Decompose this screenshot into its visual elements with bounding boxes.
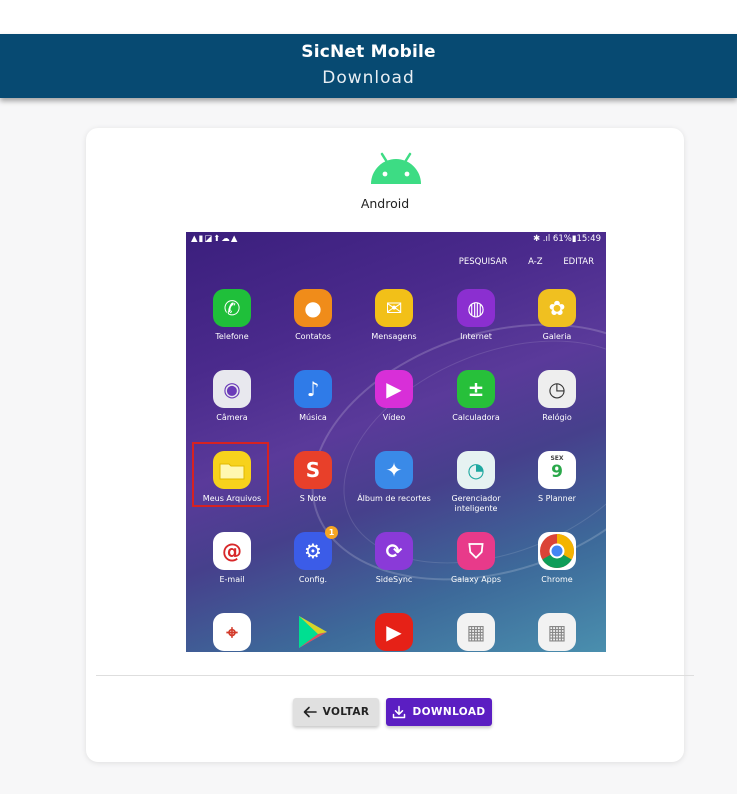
platform-label: Android [360, 196, 410, 211]
download-button[interactable]: DOWNLOAD [386, 698, 492, 726]
smart-manager-icon: ◔ [457, 451, 495, 489]
app-label: Álbum de recortes [357, 494, 431, 503]
app-phone: ✆ Telefone [192, 289, 272, 342]
android-icon [371, 152, 421, 184]
app-music: ♪ Música [273, 370, 353, 423]
music-icon: ♪ [294, 370, 332, 408]
app-clock: ◷ Relógio [517, 370, 597, 423]
divider [96, 675, 694, 676]
galaxy-apps-icon: ⛉ [457, 532, 495, 570]
app-microsoft-folder: ▦ [517, 613, 597, 651]
app-settings: ⚙ 1 Config. [273, 526, 353, 585]
app-play-store [273, 613, 353, 651]
app-smart-manager: ◔ Gerenciador inteligente [436, 451, 516, 514]
download-icon [393, 705, 406, 719]
app-label: Galeria [542, 332, 572, 341]
back-label: VOLTAR [322, 706, 370, 718]
notification-badge: 1 [325, 526, 338, 539]
app-camera: ◉ Câmera [192, 370, 272, 423]
highlight-box [192, 442, 269, 507]
phone-screenshot: ▲▮◪⬆☁▲ ✱ .ıl 61%▮15:49 PESQUISAR A-Z EDI… [186, 232, 606, 652]
app-gallery: ✿ Galeria [517, 289, 597, 342]
app-header: SicNet Mobile Download [0, 34, 737, 98]
app-title: SicNet Mobile [301, 42, 436, 62]
app-chrome: Chrome [517, 532, 597, 585]
status-icons-left: ▲▮◪⬆☁▲ [191, 234, 239, 244]
download-card: Android ▲▮◪⬆☁▲ ✱ .ıl 61%▮15:49 PESQUISAR… [86, 128, 694, 762]
app-label: SideSync [375, 575, 413, 584]
app-calculator: ± Calculadora [436, 370, 516, 423]
back-button[interactable]: VOLTAR [293, 698, 379, 726]
chrome-icon [538, 532, 576, 570]
messages-icon: ✉ [375, 289, 413, 327]
calculator-icon: ± [457, 370, 495, 408]
page-subtitle: Download [322, 68, 415, 88]
app-internet: ◍ Internet [436, 289, 516, 342]
app-scrapbook: ✦ Álbum de recortes [354, 451, 434, 504]
camera-icon: ◉ [213, 370, 251, 408]
arrow-left-icon [303, 706, 317, 718]
play-store-icon [294, 613, 332, 651]
snote-icon: S [294, 451, 332, 489]
settings-icon: ⚙ 1 [294, 526, 338, 570]
google-folder-icon: ▦ [457, 613, 495, 651]
app-maps: ⌖ [192, 613, 272, 651]
app-label: Relógio [542, 413, 572, 422]
app-label: Calculadora [452, 413, 500, 422]
download-label: DOWNLOAD [412, 706, 486, 718]
app-label: Mensagens [371, 332, 417, 341]
microsoft-folder-icon: ▦ [538, 613, 576, 651]
top-strip [0, 0, 737, 34]
contacts-icon: ● [294, 289, 332, 327]
status-icons-right: ✱ .ıl 61%▮15:49 [532, 234, 601, 244]
calendar-date: 9 [551, 462, 563, 482]
menu-search: PESQUISAR [458, 257, 508, 267]
app-sidesync: ⟳ SideSync [354, 532, 434, 585]
calendar-day: SEX [550, 455, 564, 462]
app-label: Vídeo [382, 413, 406, 422]
app-label: Galaxy Apps [450, 575, 502, 584]
maps-icon: ⌖ [213, 613, 251, 651]
youtube-icon: ▶ [375, 613, 413, 651]
scrapbook-icon: ✦ [375, 451, 413, 489]
app-snote: S S Note [273, 451, 353, 504]
app-label: Música [299, 413, 327, 422]
phone-app-menu: PESQUISAR A-Z EDITAR [441, 257, 594, 267]
app-label: Chrome [541, 575, 573, 584]
app-label: Contatos [295, 332, 331, 341]
app-label: Config. [298, 575, 328, 584]
app-label: E-mail [219, 575, 245, 584]
internet-icon: ◍ [457, 289, 495, 327]
menu-edit: EDITAR [563, 257, 594, 267]
app-email: @ E-mail [192, 532, 272, 585]
app-youtube: ▶ [354, 613, 434, 651]
clock-icon: ◷ [538, 370, 576, 408]
sidesync-icon: ⟳ [375, 532, 413, 570]
app-label: S Planner [538, 494, 576, 503]
app-label: S Note [299, 494, 327, 503]
video-icon: ▶ [375, 370, 413, 408]
app-video: ▶ Vídeo [354, 370, 434, 423]
app-label: Internet [460, 332, 492, 341]
app-label: Câmera [216, 413, 248, 422]
app-label: Gerenciador inteligente [451, 494, 501, 513]
menu-az: A-Z [528, 257, 543, 267]
phone-status-bar: ▲▮◪⬆☁▲ ✱ .ıl 61%▮15:49 [186, 232, 606, 248]
gallery-icon: ✿ [538, 289, 576, 327]
app-google-folder: ▦ [436, 613, 516, 651]
app-messages: ✉ Mensagens [354, 289, 434, 342]
app-label: Telefone [215, 332, 249, 341]
app-contacts: ● Contatos [273, 289, 353, 342]
app-galaxy-apps: ⛉ Galaxy Apps [436, 532, 516, 585]
app-calendar: SEX 9 S Planner [517, 451, 597, 504]
calendar-icon: SEX 9 [538, 451, 576, 489]
email-icon: @ [213, 532, 251, 570]
phone-icon: ✆ [213, 289, 251, 327]
